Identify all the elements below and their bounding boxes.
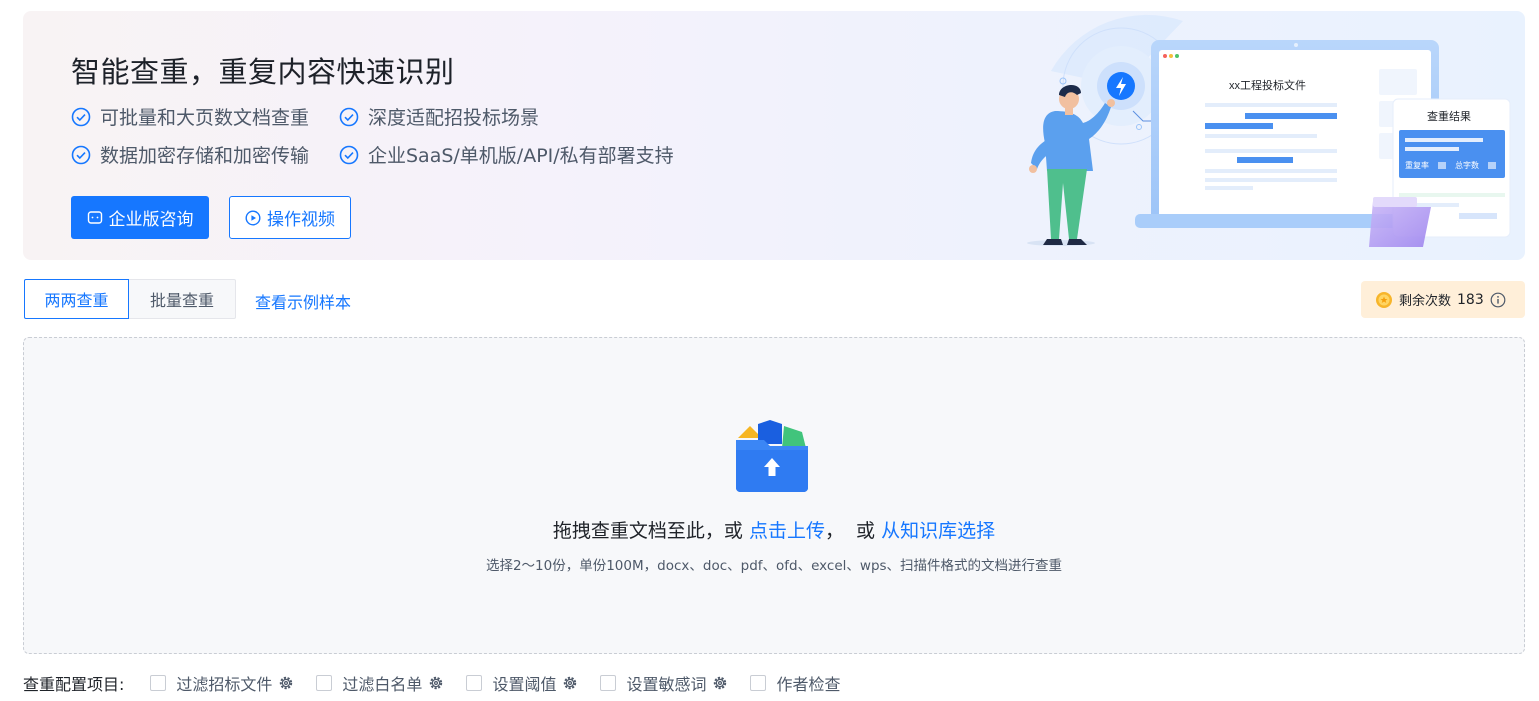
feature-item: 深度适配招投标场景 — [339, 103, 539, 130]
check-circle-icon — [71, 107, 91, 126]
check-circle-icon — [339, 145, 359, 164]
checkbox[interactable] — [150, 675, 167, 691]
checkbox[interactable] — [600, 675, 617, 691]
check-circle-icon — [71, 145, 91, 164]
info-icon[interactable] — [1490, 292, 1506, 308]
banner-title: 智能查重，重复内容快速识别 — [71, 55, 455, 89]
result-words-text: 总字数 — [1455, 160, 1479, 170]
check-config-bar: 查重配置项目: 过滤招标文件 过滤白名单 设置阈值 设置敏感词 作者检查 — [23, 670, 862, 696]
gear-icon[interactable] — [428, 675, 444, 691]
option-set-threshold[interactable]: 设置阈值 — [466, 671, 578, 695]
result-rate-text: 重复率 — [1405, 160, 1429, 170]
hero-banner: 智能查重，重复内容快速识别 可批量和大页数文档查重 深度适配招投标场景 数据加密… — [23, 11, 1525, 260]
feature-item: 数据加密存储和加密传输 — [71, 141, 309, 168]
gear-icon[interactable] — [562, 675, 578, 691]
remaining-count: 183 — [1457, 291, 1484, 308]
feature-item: 企业SaaS/单机版/API/私有部署支持 — [339, 141, 674, 168]
option-set-sensitive-words[interactable]: 设置敏感词 — [600, 671, 728, 695]
check-circle-icon — [339, 107, 359, 126]
dropzone-hint: 选择2～10份，单份100M，docx、doc、pdf、ofd、excel、wp… — [485, 558, 1063, 574]
option-filter-bidding-file[interactable]: 过滤招标文件 — [150, 671, 294, 695]
operation-video-button[interactable]: 操作视频 — [229, 196, 351, 239]
check-mode-tabs: 两两查重 批量查重 — [24, 279, 236, 319]
checkbox[interactable] — [750, 675, 767, 691]
dropzone-instruction: 拖拽查重文档至此，或 点击上传， 或 从知识库选择 — [552, 520, 996, 542]
view-sample-link[interactable]: 查看示例样本 — [255, 289, 351, 313]
remaining-label: 剩余次数 — [1399, 294, 1452, 309]
checkbox[interactable] — [466, 675, 483, 691]
chat-icon — [87, 210, 102, 224]
doc-title-text: xx工程投标文件 — [1229, 78, 1306, 92]
option-filter-whitelist[interactable]: 过滤白名单 — [316, 671, 444, 695]
checkbox[interactable] — [316, 675, 333, 691]
click-upload-link[interactable]: 点击上传 — [749, 520, 825, 542]
feature-item: 可批量和大页数文档查重 — [71, 103, 309, 130]
gear-icon[interactable] — [278, 675, 294, 691]
coin-icon — [1376, 291, 1392, 308]
enterprise-consult-button[interactable]: 企业版咨询 — [71, 196, 209, 239]
option-author-check[interactable]: 作者检查 — [750, 671, 840, 695]
tab-batch-check[interactable]: 批量查重 — [129, 279, 236, 319]
result-title-text: 查重结果 — [1427, 109, 1471, 123]
gear-icon[interactable] — [712, 675, 728, 691]
banner-illustration: xx工程投标文件 查重结果 重复率 总字数 — [1027, 14, 1511, 247]
config-label: 查重配置项目: — [23, 675, 125, 694]
select-from-knowledge-base-link[interactable]: 从知识库选择 — [881, 520, 995, 542]
remaining-count-badge: 剩余次数 183 — [1361, 281, 1525, 318]
upload-dropzone[interactable]: 拖拽查重文档至此，或 点击上传， 或 从知识库选择 选择2～10份，单份100M… — [23, 337, 1525, 654]
play-circle-icon — [245, 209, 261, 226]
upload-folder-icon — [736, 420, 808, 492]
tab-pairwise-check[interactable]: 两两查重 — [24, 279, 129, 319]
